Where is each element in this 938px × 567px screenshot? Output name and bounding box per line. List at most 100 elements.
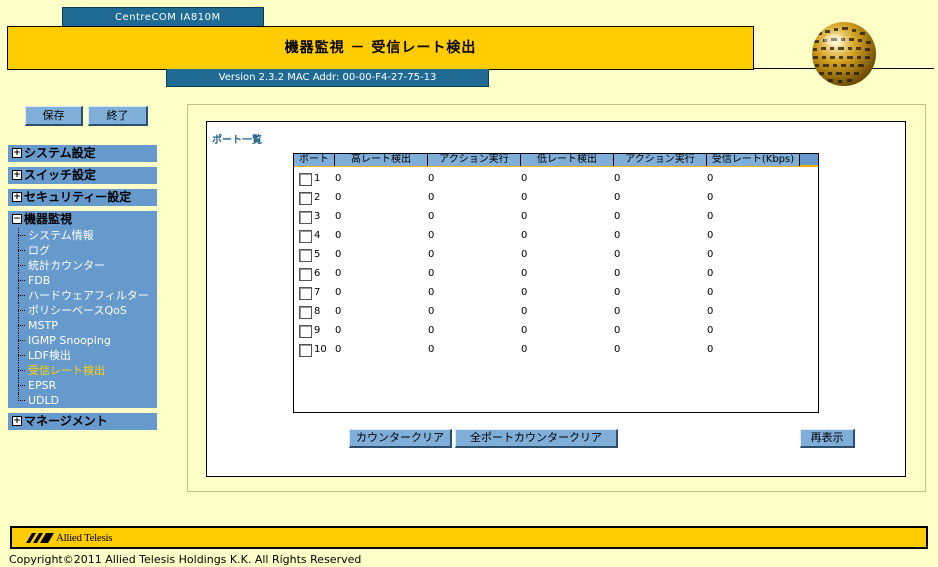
sidebar-item-hw-filter[interactable]: ハードウェアフィルター	[16, 288, 157, 303]
nav-section-label: セキュリティー設定	[24, 190, 132, 204]
high-rate-value: 0	[335, 325, 342, 336]
high-rate-value: 0	[335, 344, 342, 355]
action2-value: 0	[614, 211, 621, 222]
port-number: 5	[314, 249, 321, 260]
port-checkbox[interactable]	[299, 344, 312, 357]
sidebar-item-rx-rate-detect[interactable]: 受信レート検出	[16, 363, 157, 378]
action1-value: 0	[428, 230, 435, 241]
expand-icon[interactable]: +	[12, 170, 22, 180]
action2-value: 0	[614, 192, 621, 203]
expand-icon[interactable]: +	[12, 148, 22, 158]
table-row: 1 0 0 0 0 0	[294, 170, 814, 189]
port-number: 6	[314, 268, 321, 279]
port-checkbox[interactable]	[299, 211, 312, 224]
high-rate-value: 0	[335, 268, 342, 279]
low-rate-value: 0	[521, 325, 528, 336]
port-checkbox[interactable]	[299, 268, 312, 281]
action2-value: 0	[614, 325, 621, 336]
sidebar-item-epsr[interactable]: EPSR	[16, 378, 157, 393]
expand-icon[interactable]: +	[12, 192, 22, 202]
action2-value: 0	[614, 287, 621, 298]
port-checkbox[interactable]	[299, 249, 312, 262]
table-row: 6 0 0 0 0 0	[294, 265, 814, 284]
column-header-low-rate: 低レート検出	[521, 154, 614, 166]
port-checkbox[interactable]	[299, 287, 312, 300]
nav-section-monitoring[interactable]: − 機器監視	[8, 211, 157, 228]
all-port-counter-clear-button[interactable]: 全ポートカウンタークリア	[455, 429, 618, 448]
table-header: ポート 高レート検出 アクション実行 低レート検出 アクション実行 受信レート(…	[294, 154, 818, 167]
action2-value: 0	[614, 268, 621, 279]
sidebar-item-mstp[interactable]: MSTP	[16, 318, 157, 333]
save-button[interactable]: 保存	[25, 106, 83, 126]
sidebar-item-udld[interactable]: UDLD	[16, 393, 157, 408]
sidebar-item-igmp-snooping[interactable]: IGMP Snooping	[16, 333, 157, 348]
port-number: 4	[314, 230, 321, 241]
rx-rate-value: 0	[707, 230, 714, 241]
table-row: 5 0 0 0 0 0	[294, 246, 814, 265]
sidebar-item-stats-counter[interactable]: 統計カウンター	[16, 258, 157, 273]
column-header-action2: アクション実行	[614, 154, 707, 166]
port-list-label: ポート一覧	[212, 135, 262, 146]
nav-section-system[interactable]: + システム設定	[8, 145, 157, 162]
brand-name: Allied Telesis	[56, 532, 113, 544]
high-rate-value: 0	[335, 173, 342, 184]
action1-value: 0	[428, 287, 435, 298]
table-row: 10 0 0 0 0 0	[294, 341, 814, 360]
column-header-port: ポート	[294, 154, 335, 166]
action1-value: 0	[428, 344, 435, 355]
rx-rate-value: 0	[707, 344, 714, 355]
column-header-high-rate: 高レート検出	[335, 154, 428, 166]
action1-value: 0	[428, 306, 435, 317]
table-row: 7 0 0 0 0 0	[294, 284, 814, 303]
low-rate-value: 0	[521, 344, 528, 355]
sidebar-item-system-info[interactable]: システム情報	[16, 228, 157, 243]
rx-rate-value: 0	[707, 211, 714, 222]
nav-section-label: 機器監視	[24, 212, 73, 226]
counter-clear-button[interactable]: カウンタークリア	[349, 429, 452, 448]
port-number: 2	[314, 192, 321, 203]
exit-button[interactable]: 終了	[88, 106, 148, 126]
action1-value: 0	[428, 173, 435, 184]
table-row: 8 0 0 0 0 0	[294, 303, 814, 322]
collapse-icon[interactable]: −	[12, 214, 22, 224]
nav-section-management[interactable]: + マネージメント	[8, 413, 157, 430]
sidebar-item-policy-qos[interactable]: ポリシーベースQoS	[16, 303, 157, 318]
port-checkbox[interactable]	[299, 325, 312, 338]
action1-value: 0	[428, 325, 435, 336]
model-tab: CentreCOM IA810M	[62, 7, 264, 27]
port-number: 3	[314, 211, 321, 222]
low-rate-value: 0	[521, 287, 528, 298]
action1-value: 0	[428, 211, 435, 222]
globe-icon	[812, 22, 876, 86]
nav-tree: システム情報 ログ 統計カウンター FDB ハードウェアフィルター ポリシーベー…	[8, 228, 157, 408]
nav-section-security[interactable]: + セキュリティー設定	[8, 189, 157, 206]
action1-value: 0	[428, 192, 435, 203]
column-header-action1: アクション実行	[428, 154, 521, 166]
version-info: Version 2.3.2 MAC Addr: 00-00-F4-27-75-1…	[166, 69, 489, 87]
refresh-button[interactable]: 再表示	[800, 429, 855, 448]
sidebar-item-log[interactable]: ログ	[16, 243, 157, 258]
table-row: 9 0 0 0 0 0	[294, 322, 814, 341]
low-rate-value: 0	[521, 249, 528, 260]
port-checkbox[interactable]	[299, 230, 312, 243]
low-rate-value: 0	[521, 192, 528, 203]
action2-value: 0	[614, 306, 621, 317]
expand-icon[interactable]: +	[12, 416, 22, 426]
table-row: 4 0 0 0 0 0	[294, 227, 814, 246]
port-checkbox[interactable]	[299, 173, 312, 186]
nav-section-label: システム設定	[24, 146, 96, 160]
action1-value: 0	[428, 249, 435, 260]
port-checkbox[interactable]	[299, 192, 312, 205]
low-rate-value: 0	[521, 230, 528, 241]
action2-value: 0	[614, 249, 621, 260]
low-rate-value: 0	[521, 173, 528, 184]
sidebar-item-ldf[interactable]: LDF検出	[16, 348, 157, 363]
nav-section-switch[interactable]: + スイッチ設定	[8, 167, 157, 184]
port-checkbox[interactable]	[299, 306, 312, 319]
port-number: 9	[314, 325, 321, 336]
nav-section-label: スイッチ設定	[24, 168, 97, 182]
low-rate-value: 0	[521, 306, 528, 317]
nav-section-monitoring-expanded: − 機器監視 システム情報 ログ 統計カウンター FDB ハードウェアフィルター…	[8, 211, 157, 408]
high-rate-value: 0	[335, 230, 342, 241]
sidebar-item-fdb[interactable]: FDB	[16, 273, 157, 288]
